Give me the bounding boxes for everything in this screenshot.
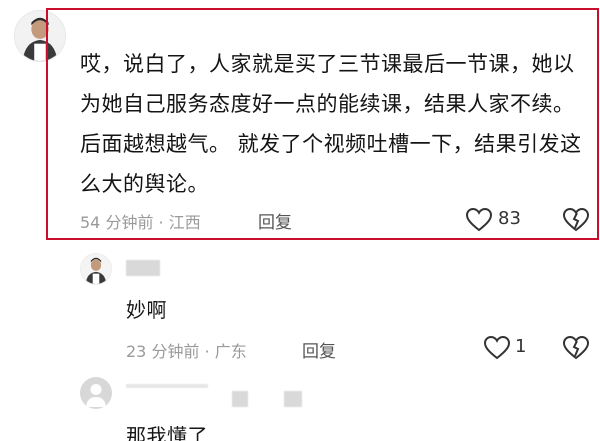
reply-text: 妙啊 [126,298,167,322]
username-redacted [126,384,208,388]
dislike-heart-icon[interactable] [563,208,589,232]
username-redacted [232,391,248,407]
reply-button[interactable]: 回复 [302,337,336,362]
like-count: 1 [515,336,527,357]
reply-avatar[interactable] [80,253,112,285]
comment-text: 哎，说白了，人家就是买了三节课最后一节课，她以为她自己服务态度好一点的能续课，结… [80,52,582,196]
reply-text: 那我懂了 [126,424,208,441]
reply-avatar[interactable] [80,377,112,409]
reply-button[interactable]: 回复 [258,208,292,233]
heart-icon[interactable] [484,336,510,360]
heart-icon[interactable] [466,208,492,232]
username-redacted [126,260,160,276]
reply-meta: 23 分钟前 · 广东 [126,342,247,361]
comment-meta: 54 分钟前 · 江西 [80,213,201,232]
dislike-heart-icon[interactable] [563,336,589,360]
like-count: 83 [498,208,521,229]
username-redacted [284,391,302,407]
